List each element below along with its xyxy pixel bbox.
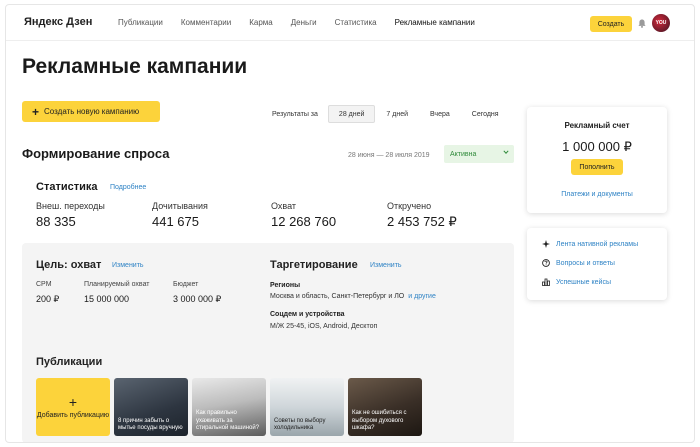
regions-value: Москва и область, Санкт-Петербург и ЛО — [270, 293, 405, 300]
plus-icon: + — [68, 394, 78, 410]
publication-card[interactable]: 8 причин забыть о мытье посуды вручную — [114, 378, 188, 436]
sparkle-icon — [542, 240, 550, 248]
stats-more-link[interactable]: Подробнее — [110, 184, 146, 191]
create-button[interactable]: Создать — [590, 16, 632, 32]
socdem-value: М/Ж 25-45, iOS, Android, Десктоп — [270, 323, 378, 330]
stats-title: Статистика — [36, 181, 98, 193]
link-success-cases[interactable]: Успешные кейсы — [542, 278, 611, 286]
period-today[interactable]: Сегодня — [461, 105, 510, 123]
chevron-down-icon — [503, 150, 509, 154]
nav-comments[interactable]: Комментарии — [181, 18, 231, 27]
app-window: Яндекс Дзен Публикации Комментарии Карма… — [5, 4, 695, 443]
goal-metric-label: Бюджет — [173, 281, 199, 288]
payments-link[interactable]: Платежи и документы — [527, 191, 667, 198]
nav-statistics[interactable]: Статистика — [335, 18, 377, 27]
create-campaign-button[interactable]: + Создать новую кампанию — [22, 101, 160, 122]
goal-budget: Бюджет 3 000 000 ₽ — [173, 281, 221, 305]
add-publication-button[interactable]: + Добавить публикацию — [36, 378, 110, 436]
period-yesterday[interactable]: Вчера — [419, 105, 461, 123]
period-options: 28 дней 7 дней Вчера Сегодня — [327, 105, 510, 123]
goal-metric-label: CPM — [36, 281, 52, 288]
metric-external-clicks: Внеш. переходы 88 335 — [36, 201, 105, 229]
logo-text: Яндекс Дзен — [24, 16, 93, 28]
link-native-ads-feed[interactable]: Лента нативной рекламы — [542, 240, 638, 248]
period-7-days[interactable]: 7 дней — [375, 105, 419, 123]
metric-value: 88 335 — [36, 214, 76, 229]
link-label: Успешные кейсы — [556, 278, 611, 286]
metric-reach: Охват 12 268 760 — [271, 201, 336, 229]
topup-button[interactable]: Пополнить — [571, 159, 623, 175]
bell-icon[interactable] — [638, 19, 646, 28]
publication-card[interactable]: Как правильно ухаживать за стиральной ма… — [192, 378, 266, 436]
publication-caption: Советы по выбору холодильника — [274, 417, 326, 431]
period-selector: Результаты за 28 дней 7 дней Вчера Сегод… — [272, 105, 510, 123]
regions-more-link[interactable]: и другие — [408, 293, 436, 300]
question-icon — [542, 259, 550, 267]
campaign-date-range: 28 июня — 28 июля 2019 — [348, 152, 430, 159]
status-label: Активна — [450, 150, 477, 158]
account-amount: 1 000 000 ₽ — [562, 139, 632, 154]
campaign-title: Формирование спроса — [22, 146, 170, 161]
link-label: Вопросы и ответы — [556, 259, 615, 267]
metric-spent: Откручено 2 453 752 ₽ — [387, 201, 457, 230]
publication-caption: Как правильно ухаживать за стиральной ма… — [196, 410, 260, 431]
nav-money[interactable]: Деньги — [291, 18, 317, 27]
metric-value: 12 268 760 — [271, 214, 337, 229]
publication-card[interactable]: Советы по выбору холодильника — [270, 378, 344, 436]
goal-metric-label: Планируемый охват — [84, 281, 150, 288]
goal-cpm: CPM 200 ₽ — [36, 281, 59, 305]
link-faq[interactable]: Вопросы и ответы — [542, 259, 615, 267]
main-nav: Публикации Комментарии Карма Деньги Стат… — [118, 18, 493, 27]
period-28-days[interactable]: 28 дней — [327, 105, 376, 123]
socdem-label: Соцдем и устройства — [270, 311, 345, 318]
goal-title: Цель: охват — [36, 259, 102, 271]
goal-metric-value: 200 ₽ — [36, 294, 60, 304]
publications-title: Публикации — [36, 356, 103, 368]
plus-icon: + — [32, 104, 40, 119]
account-title: Рекламный счет — [564, 121, 630, 130]
metric-value: 441 675 — [152, 214, 199, 229]
goal-planned-reach: Планируемый охват 15 000 000 — [84, 281, 150, 304]
metric-label: Откручено — [387, 201, 432, 211]
targeting-title: Таргетирование — [270, 259, 358, 271]
page-title: Рекламные кампании — [22, 55, 248, 78]
create-campaign-label: Создать новую кампанию — [44, 107, 140, 116]
regions-value-row: Москва и область, Санкт-Петербург и ЛО и … — [270, 293, 436, 300]
metric-value: 2 453 752 ₽ — [387, 214, 457, 229]
goal-metric-value: 15 000 000 — [84, 294, 130, 304]
period-label: Результаты за — [272, 110, 318, 118]
goal-edit-link[interactable]: Изменить — [112, 262, 144, 269]
nav-karma[interactable]: Карма — [249, 18, 273, 27]
ad-account-card: Рекламный счет 1 000 000 ₽ Пополнить Пла… — [527, 107, 667, 213]
publication-card[interactable]: Как не ошибиться с выбором духового шкаф… — [348, 378, 422, 436]
metric-label: Внеш. переходы — [36, 201, 105, 211]
metric-label: Охват — [271, 201, 297, 211]
add-publication-label: Добавить публикацию — [36, 412, 110, 419]
avatar[interactable]: YOU — [652, 14, 670, 32]
targeting-edit-link[interactable]: Изменить — [370, 262, 402, 269]
logo[interactable]: Яндекс Дзен — [24, 16, 92, 28]
nav-publications[interactable]: Публикации — [118, 18, 163, 27]
publication-caption: 8 причин забыть о мытье посуды вручную — [118, 417, 183, 431]
goal-metric-value: 3 000 000 ₽ — [173, 294, 222, 304]
metric-label: Дочитывания — [152, 201, 208, 211]
nav-ad-campaigns[interactable]: Рекламные кампании — [395, 18, 475, 27]
regions-label: Регионы — [270, 282, 301, 289]
status-dropdown[interactable]: Активна — [444, 145, 514, 163]
help-links-card: Лента нативной рекламы Вопросы и ответы … — [527, 228, 667, 300]
top-header: Яндекс Дзен Публикации Комментарии Карма… — [6, 5, 694, 41]
metric-read-through: Дочитывания 441 675 — [152, 201, 208, 229]
link-label: Лента нативной рекламы — [556, 240, 639, 248]
publication-caption: Как не ошибиться с выбором духового шкаф… — [352, 410, 407, 431]
chart-icon — [542, 278, 550, 286]
goal-panel: Цель: охват Изменить CPM 200 ₽ Планируем… — [22, 243, 514, 442]
